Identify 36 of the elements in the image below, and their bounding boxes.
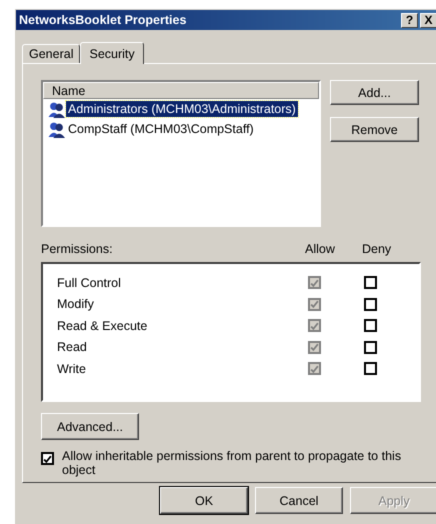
checkbox[interactable] <box>41 452 54 465</box>
checkbox[interactable] <box>364 298 377 311</box>
checkmark-icon <box>310 343 320 352</box>
advanced-button[interactable]: Advanced... <box>41 413 139 440</box>
checkmark-icon <box>310 322 320 330</box>
checkmark-icon <box>310 278 320 287</box>
remove-button[interactable]: Remove <box>330 117 419 142</box>
add-button[interactable]: Add... <box>330 80 419 105</box>
permission-name: Modify <box>57 297 95 312</box>
allow-header: Allow <box>305 242 336 256</box>
users-icon <box>47 120 66 138</box>
permissions-label: Permissions: <box>41 242 114 256</box>
permission-name: Read <box>57 340 88 354</box>
permission-name: Full Control <box>57 276 122 290</box>
column-header[interactable]: Name <box>43 82 319 99</box>
checkbox[interactable] <box>364 276 377 290</box>
tab[interactable]: Security <box>80 42 144 64</box>
window-title: NetworksBooklet Properties <box>19 13 186 27</box>
checkbox[interactable] <box>364 340 377 354</box>
permission-name: Read & Execute <box>57 318 148 333</box>
checkmark-icon <box>43 454 52 462</box>
list-item[interactable]: Administrators (MCHM03\Administrators) <box>66 101 298 117</box>
checkmark-icon <box>310 300 320 308</box>
checkbox[interactable] <box>364 362 377 376</box>
users-icon <box>47 100 66 118</box>
help-button[interactable]: ? <box>401 12 418 28</box>
checkbox-label: Allow inheritable permissions from parent to propagate to this object <box>62 449 402 477</box>
list-item[interactable]: CompStaff (MCHM03\CompStaff) <box>66 121 256 137</box>
close-button[interactable]: X <box>420 12 436 28</box>
cancel-button[interactable]: Cancel <box>255 487 343 514</box>
ok-button[interactable]: OK <box>160 487 248 514</box>
tab[interactable]: General <box>22 44 80 63</box>
permission-name: Write <box>57 362 87 376</box>
checkbox[interactable] <box>364 319 377 332</box>
checkmark-icon <box>310 364 320 373</box>
deny-header: Deny <box>362 242 392 256</box>
